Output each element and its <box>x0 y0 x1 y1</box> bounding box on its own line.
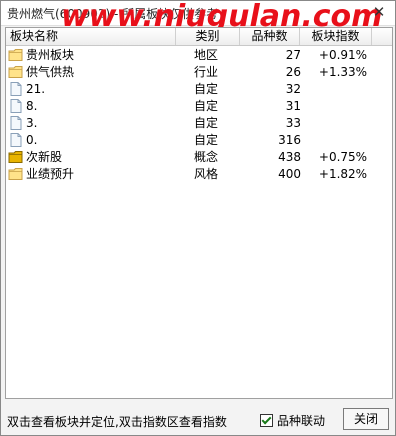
column-header-index[interactable]: 板块指数 <box>300 28 372 45</box>
table-row[interactable]: 0. 自定 316 <box>6 132 392 149</box>
folder-icon <box>8 167 24 181</box>
cell-stock-count: 316 <box>278 133 301 147</box>
table-row[interactable]: 21. 自定 32 <box>6 81 392 98</box>
cell-sector-type: 概念 <box>194 150 219 164</box>
sector-name-text: 贵州板块 <box>26 48 75 62</box>
cell-sector-type: 自定 <box>194 82 219 96</box>
sector-name-text: 业绩预升 <box>26 167 75 181</box>
sector-name-text: 3. <box>26 116 38 130</box>
cell-sector-index[interactable] <box>306 98 380 115</box>
sector-name-text: 0. <box>26 133 38 147</box>
cell-stock-count: 400 <box>278 167 301 181</box>
folder-icon <box>8 150 24 164</box>
table-row[interactable]: 次新股 概念 438 +0.75% <box>6 149 392 166</box>
cell-sector-name: 业绩预升 <box>8 166 178 183</box>
sector-name-text: 21. <box>26 82 46 96</box>
cell-sector-index[interactable] <box>306 81 380 98</box>
sector-name-text: 8. <box>26 99 38 113</box>
cell-sector-name: 供气供热 <box>8 64 178 81</box>
list-header: 板块名称 类别 品种数 板块指数 <box>6 28 392 46</box>
cell-sector-index[interactable]: +0.75% <box>306 149 380 166</box>
cell-sector-type: 自定 <box>194 116 219 130</box>
cell-sector-index[interactable] <box>306 132 380 149</box>
cell-stock-count: 27 <box>285 48 301 62</box>
document-icon <box>8 82 24 96</box>
sector-name-text: 次新股 <box>26 150 63 164</box>
document-icon <box>8 133 24 147</box>
close-button[interactable]: 关闭 <box>343 408 389 430</box>
folder-icon <box>8 48 24 62</box>
sync-checkbox[interactable]: 品种联动 <box>260 412 325 429</box>
close-icon[interactable]: ✕ <box>371 4 387 20</box>
cell-sector-type: 风格 <box>194 167 219 181</box>
document-icon <box>8 99 24 113</box>
cell-stock-count: 31 <box>285 99 301 113</box>
cell-stock-count: 438 <box>278 150 301 164</box>
cell-sector-type: 自定 <box>194 133 219 147</box>
document-icon <box>8 116 24 130</box>
cell-stock-count: 26 <box>285 65 301 79</box>
table-row[interactable]: 业绩预升 风格 400 +1.82% <box>6 166 392 183</box>
checkbox-label: 品种联动 <box>277 414 326 428</box>
cell-sector-name: 3. <box>8 115 178 132</box>
cell-sector-index[interactable] <box>306 115 380 132</box>
cell-sector-type: 自定 <box>194 99 219 113</box>
cell-sector-name: 21. <box>8 81 178 98</box>
hint-text: 双击查看板块并定位,双击指数区查看指数 <box>7 415 227 429</box>
column-header-count[interactable]: 品种数 <box>240 28 300 45</box>
cell-stock-count: 32 <box>285 82 301 96</box>
cell-sector-index[interactable]: +1.82% <box>306 166 380 183</box>
checkbox-checked-icon[interactable] <box>260 414 273 427</box>
cell-sector-name: 贵州板块 <box>8 47 178 64</box>
table-row[interactable]: 供气供热 行业 26 +1.33% <box>6 64 392 81</box>
column-header-name[interactable]: 板块名称 <box>6 28 176 45</box>
cell-sector-name: 0. <box>8 132 178 149</box>
column-header-type[interactable]: 类别 <box>176 28 240 45</box>
table-row[interactable]: 3. 自定 33 <box>6 115 392 132</box>
folder-icon <box>8 65 24 79</box>
sector-name-text: 供气供热 <box>26 65 75 79</box>
sector-list[interactable]: 板块名称 类别 品种数 板块指数 贵州板块 地区 27 +0.91% 供气供热 行业 26 +… <box>5 27 393 399</box>
stock-sector-dialog: 贵州燃气(600903) - 所属板块仅供参考 www.niugulan.com… <box>0 0 396 436</box>
table-row[interactable]: 贵州板块 地区 27 +0.91% <box>6 47 392 64</box>
cell-sector-name: 8. <box>8 98 178 115</box>
cell-sector-index[interactable]: +0.91% <box>306 47 380 64</box>
cell-sector-type: 行业 <box>194 65 219 79</box>
title-bar: 贵州燃气(600903) - 所属板块仅供参考 www.niugulan.com… <box>1 0 395 34</box>
cell-sector-index[interactable]: +1.33% <box>306 64 380 81</box>
cell-stock-count: 33 <box>285 116 301 130</box>
table-row[interactable]: 8. 自定 31 <box>6 98 392 115</box>
cell-sector-type: 地区 <box>194 48 219 62</box>
cell-sector-name: 次新股 <box>8 149 178 166</box>
